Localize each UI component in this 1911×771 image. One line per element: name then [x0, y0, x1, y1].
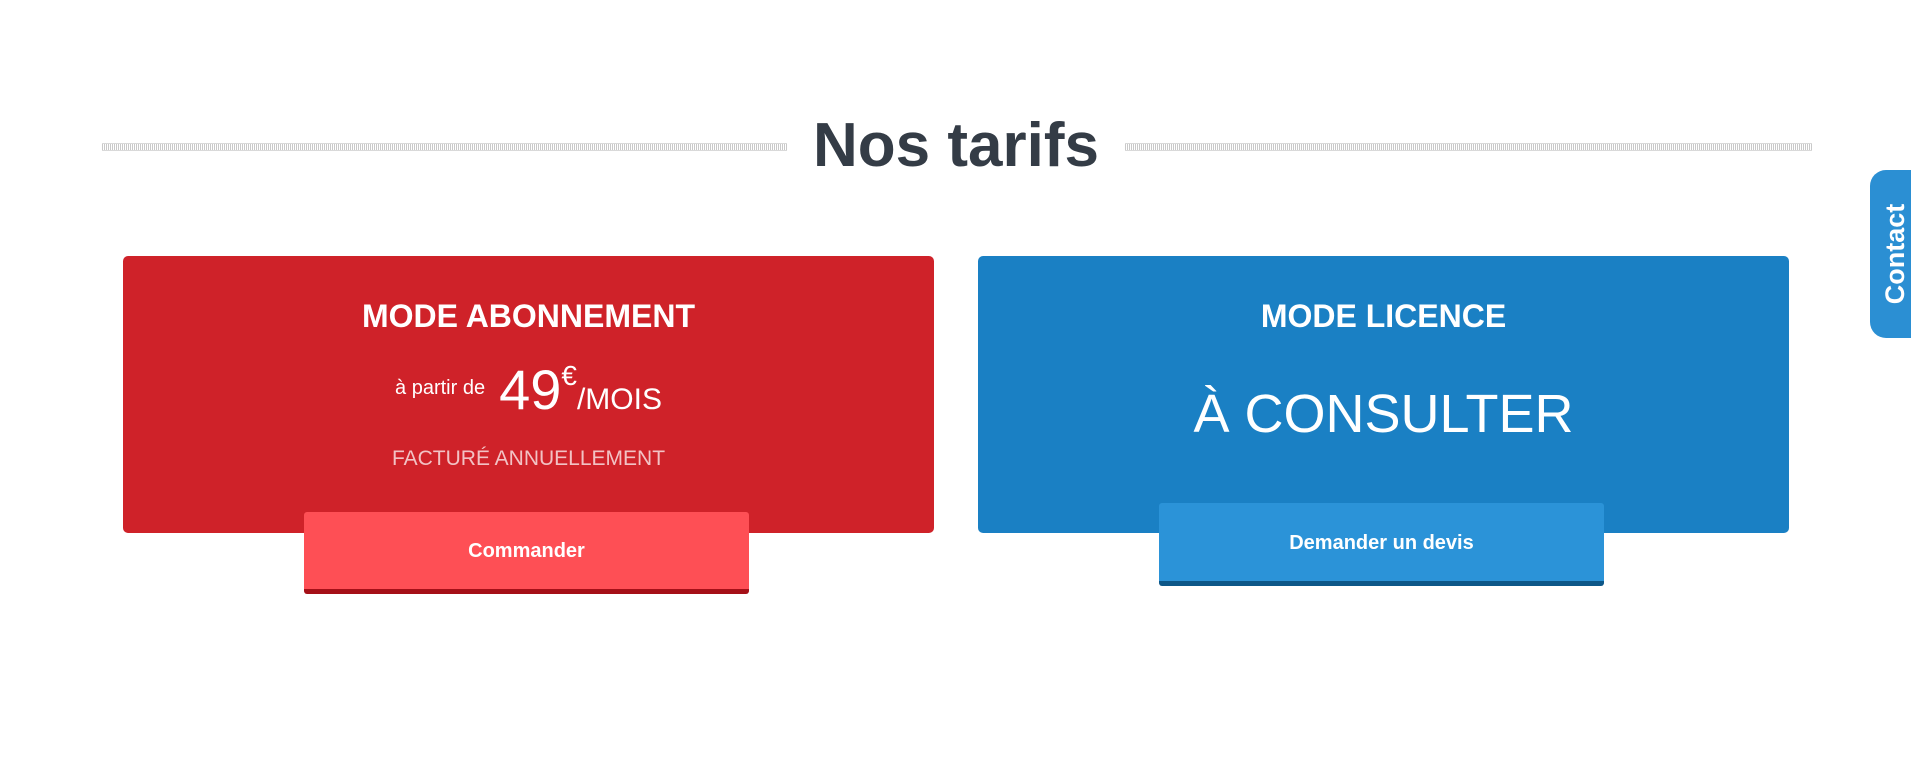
pricing-section-header: Nos tarifs: [102, 110, 1812, 182]
request-quote-button[interactable]: Demander un devis: [1159, 503, 1604, 586]
order-button[interactable]: Commander: [304, 512, 749, 594]
price-currency: €: [561, 360, 577, 391]
billing-note: FACTURÉ ANNUELLEMENT: [391, 447, 666, 470]
section-title: Nos tarifs: [813, 111, 1099, 180]
license-plan-card: MODE LICENCE À CONSULTER: [978, 256, 1789, 533]
contact-tab[interactable]: Contact: [1870, 170, 1911, 338]
subscription-price: à partir de 49 € /MOIS: [123, 360, 934, 420]
header-divider-right: [1125, 143, 1812, 151]
header-divider-left: [102, 143, 787, 151]
subscription-plan-title: MODE ABONNEMENT: [361, 298, 696, 334]
contact-tab-label: Contact: [1880, 203, 1910, 305]
price-amount: 49: [499, 358, 562, 421]
license-price-text: À CONSULTER: [1193, 384, 1574, 444]
license-plan-title: MODE LICENCE: [1260, 298, 1507, 334]
subscription-plan-card: MODE ABONNEMENT à partir de 49 € /MOIS F…: [123, 256, 934, 533]
price-period: /MOIS: [576, 383, 662, 416]
price-prefix: à partir de: [395, 377, 486, 399]
